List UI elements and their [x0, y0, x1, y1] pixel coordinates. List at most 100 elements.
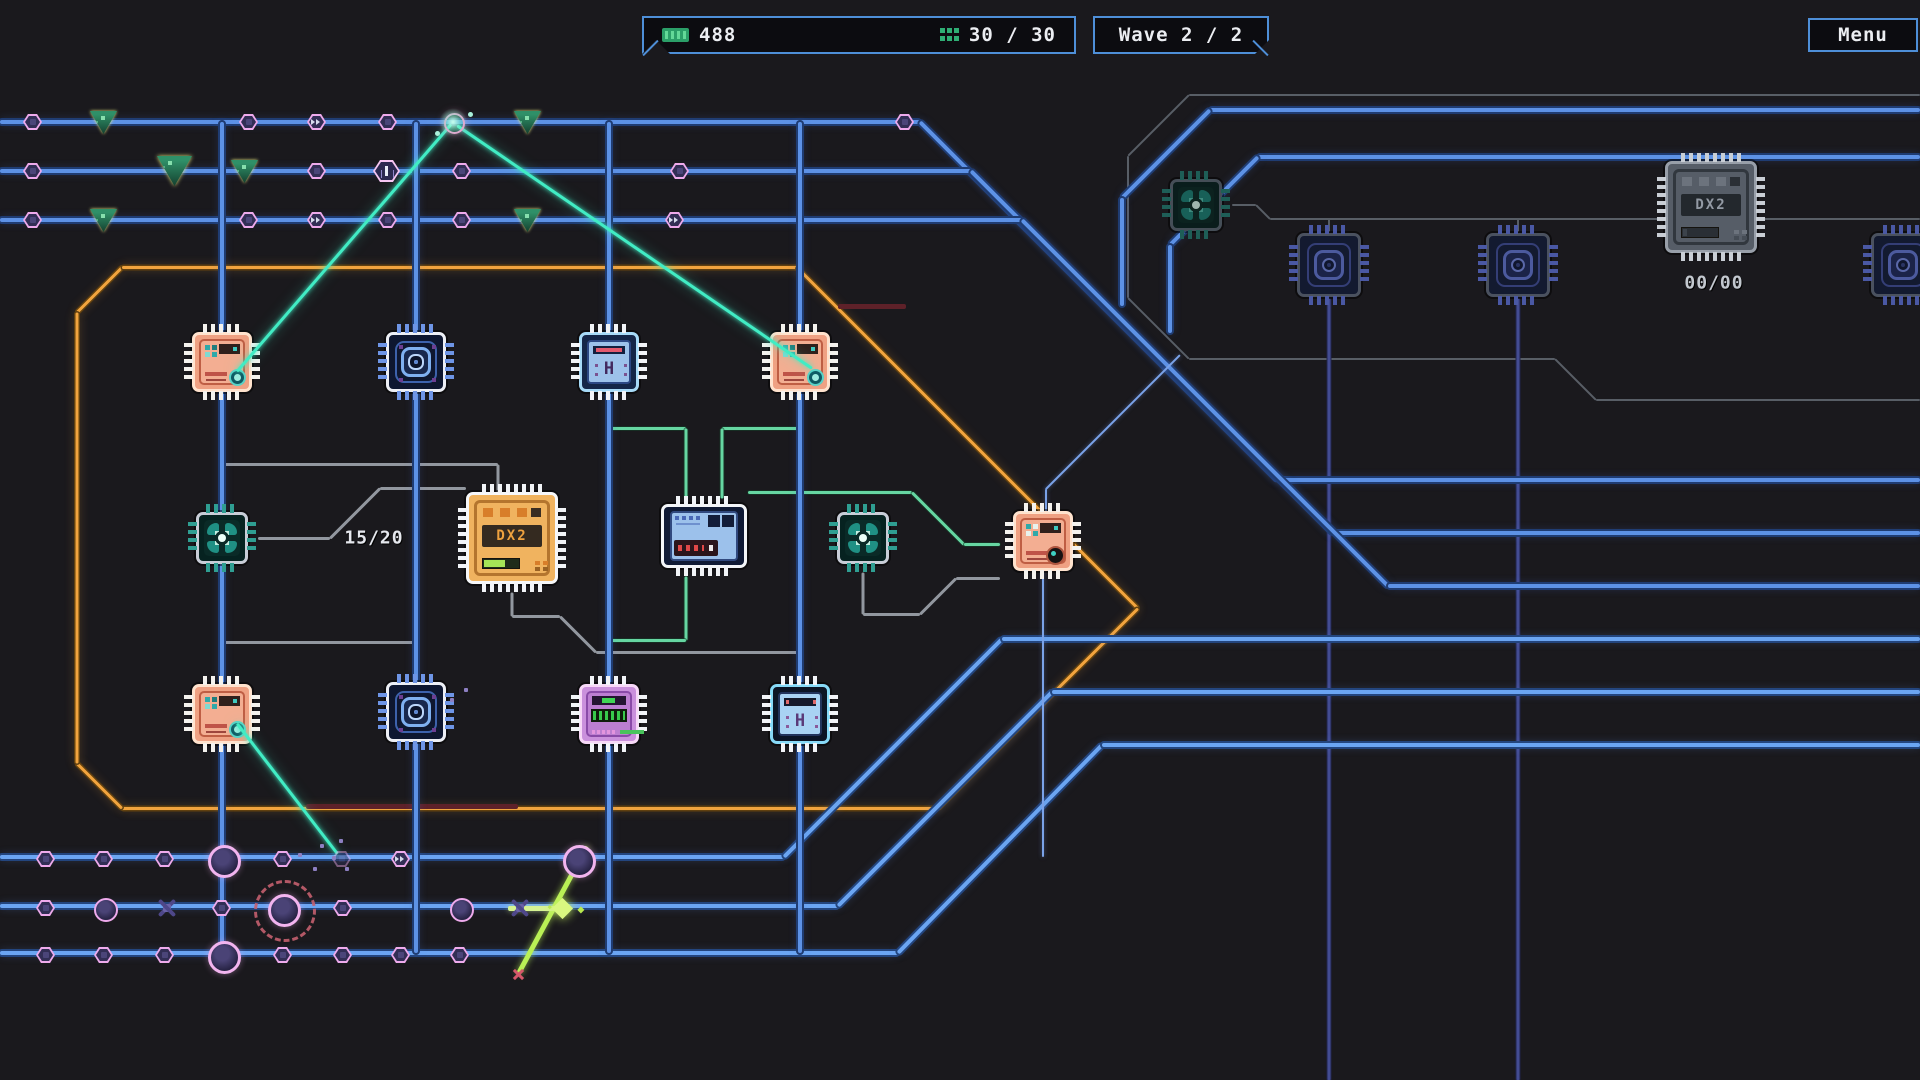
chip-tower-wide[interactable]: [661, 504, 747, 568]
circuit-trace: [1333, 531, 1920, 535]
enemy-hexa: [665, 212, 684, 228]
chip-slot-navy[interactable]: [1486, 233, 1550, 297]
enemy-hex: [273, 947, 292, 963]
circuit-trace: [1045, 354, 1180, 489]
board-label: 00/00: [1684, 273, 1743, 294]
circuit-trace: [911, 491, 965, 545]
circuit-trace: [1388, 584, 1920, 588]
enemy-hex: [333, 900, 352, 916]
enemy-hex: [94, 947, 113, 963]
beam-impact-glow: [439, 108, 467, 136]
base-boundary: [76, 762, 123, 809]
circuit-trace: [722, 427, 800, 430]
wall-segment: [306, 804, 518, 809]
enemy-spider: [508, 896, 532, 920]
wave-label: Wave 2 / 2: [1119, 24, 1243, 46]
circuit-trace: [1232, 204, 1256, 206]
circuit-trace: [1127, 156, 1129, 298]
credits-ram-icon: [662, 28, 689, 42]
circuit-trace: [862, 572, 865, 614]
circuit-trace: [559, 615, 597, 653]
enemy-hex: [307, 163, 326, 179]
circuit-trace: [224, 641, 416, 644]
enemy-spider: [155, 896, 179, 920]
debris-particle: [339, 839, 343, 843]
circuit-trace: [798, 122, 802, 953]
chip-tower-blueh2[interactable]: H: [770, 684, 830, 744]
chip-slot-navy[interactable]: [1871, 233, 1920, 297]
circuit-trace: [919, 577, 957, 615]
circuit-trace: [748, 491, 912, 494]
enemy-hex: [239, 114, 258, 130]
circuit-trace: [1258, 155, 1920, 159]
base-boundary: [76, 312, 79, 763]
circuit-trace: [863, 613, 920, 616]
circuit-trace: [1042, 560, 1044, 857]
menu-button[interactable]: Menu: [1808, 18, 1918, 52]
enemy-hex: [333, 947, 352, 963]
circuit-trace: [1168, 245, 1172, 333]
circuit-trace: [1328, 298, 1331, 1080]
circuit-trace: [1255, 204, 1270, 219]
enemy-hex: [391, 947, 410, 963]
chip-core-dx2[interactable]: DX2: [466, 492, 558, 584]
enemy-hex: [94, 851, 113, 867]
enemy-hex: [23, 212, 42, 228]
circuit-trace: [1120, 198, 1124, 306]
debris-particle: [320, 844, 324, 848]
circuit-trace: [1002, 637, 1920, 641]
base-boundary: [76, 266, 123, 313]
resources-panel: 488 30 / 30: [642, 16, 1076, 54]
enemy-hex: [273, 851, 292, 867]
enemy-tri: [90, 209, 117, 232]
enemy-hex: [378, 114, 397, 130]
enemy-hex: [23, 163, 42, 179]
impact-cross: [518, 974, 520, 976]
chip-tower-code[interactable]: [579, 684, 639, 744]
cores-grid-icon: [940, 28, 959, 42]
chip-node-teal[interactable]: [837, 512, 889, 564]
circuit-trace: [0, 904, 838, 908]
wall-segment: [838, 304, 906, 309]
enemy-hex: [452, 163, 471, 179]
chip-node-teal-dim[interactable]: [1170, 179, 1222, 231]
circuit-trace: [1127, 94, 1189, 156]
enemy-tri: [90, 111, 117, 134]
debris-particle: [298, 853, 302, 857]
enemy-tri: [231, 160, 258, 183]
debris-particle: [345, 867, 349, 871]
enemy-ring: [450, 898, 474, 922]
enemy-hex: [895, 114, 914, 130]
circuit-trace: [596, 651, 800, 654]
chip-tower-sniper[interactable]: [1013, 511, 1073, 571]
credits-value: 488: [699, 24, 736, 46]
chip-node-teal[interactable]: [196, 512, 248, 564]
enemy-hex: [452, 212, 471, 228]
base-boundary: [122, 807, 938, 810]
enemy-ringb: [563, 845, 596, 878]
chip-tower-navy[interactable]: [386, 682, 446, 742]
circuit-trace: [1189, 358, 1555, 360]
circuit-trace: [1596, 399, 1920, 401]
circuit-trace: [1102, 743, 1920, 747]
enemy-hex: [450, 947, 469, 963]
circuit-trace: [1052, 690, 1920, 694]
chip-slot-navy[interactable]: [1297, 233, 1361, 297]
spark-particle: [435, 131, 440, 136]
enemy-hex: [36, 900, 55, 916]
circuit-trace: [511, 592, 514, 616]
enemy-hex: [239, 212, 258, 228]
circuit-trace: [956, 577, 1000, 580]
chip-tower-navy[interactable]: [386, 332, 446, 392]
enemy-hex: [212, 900, 231, 916]
chip-tower-blueh[interactable]: H: [579, 332, 639, 392]
circuit-trace: [721, 428, 724, 498]
chip-core-dx2-grey[interactable]: DX2: [1665, 161, 1757, 253]
enemy-hex: [36, 851, 55, 867]
enemy-trib: [157, 156, 192, 186]
circuit-trace: [1189, 94, 1920, 96]
circuit-trace: [0, 951, 898, 955]
enemy-hex: [155, 851, 174, 867]
circuit-trace: [837, 691, 1054, 908]
debris-particle: [450, 698, 454, 702]
